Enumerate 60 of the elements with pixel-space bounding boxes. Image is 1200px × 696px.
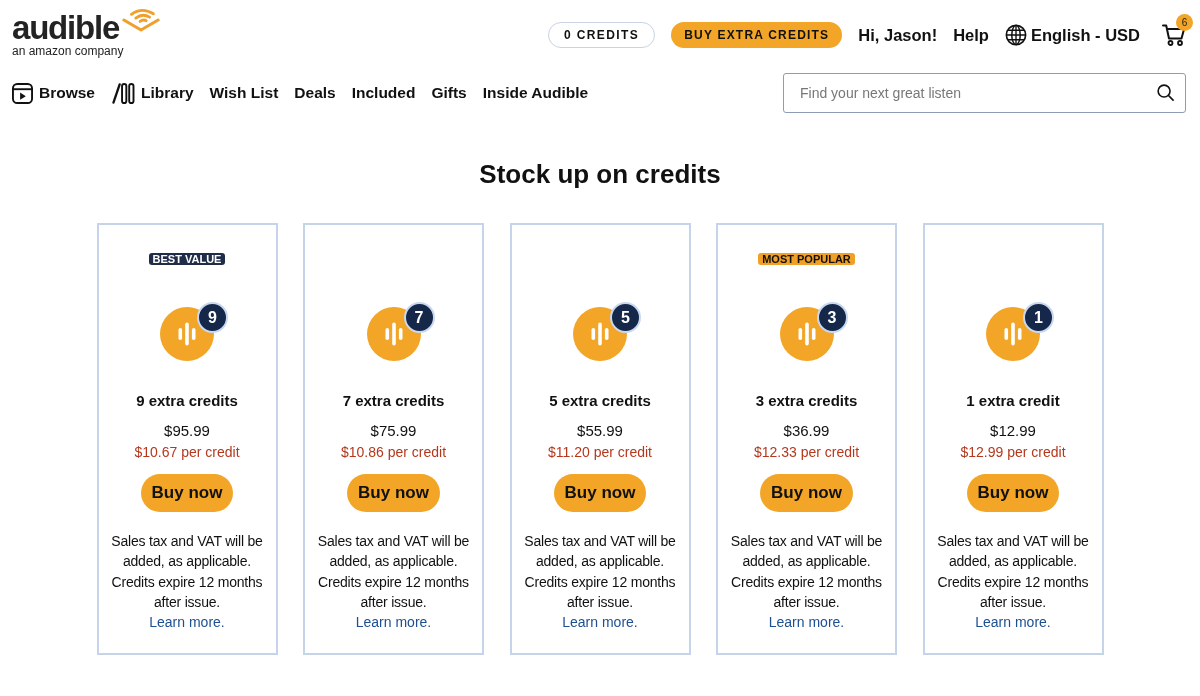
credit-count-badge: 1 [1023, 302, 1054, 333]
credit-count-badge: 9 [197, 302, 228, 333]
offer-note: Sales tax and VAT will be added, as applicable. Credits expire 12 months after issue. [523, 532, 677, 612]
offer-price: $95.99 [164, 421, 210, 441]
nav-link[interactable]: Library [111, 81, 194, 105]
video-box-icon [12, 82, 33, 104]
nav-link[interactable]: Deals [294, 81, 336, 105]
search-field[interactable]: Find your next great listen [783, 73, 1186, 113]
nav-link[interactable]: Wish List [209, 81, 279, 105]
buy-now-button[interactable]: Buy now [347, 474, 440, 512]
offer-tag: BEST VALUE [148, 253, 226, 265]
buy-now-button[interactable]: Buy now [966, 474, 1060, 512]
credit-count-badge: 5 [610, 302, 641, 333]
learn-more-link[interactable]: Learn more. [768, 612, 845, 633]
offer-name: 3 extra credits [755, 391, 858, 411]
learn-more-link[interactable]: Learn more. [975, 612, 1051, 633]
cart-icon[interactable] [1162, 24, 1186, 46]
logo-icon [122, 8, 161, 32]
learn-more-link[interactable]: Learn more. [149, 612, 225, 633]
globe-icon [1004, 24, 1027, 46]
buy-now-button[interactable]: Buy now [553, 474, 647, 512]
nav-link[interactable]: Gifts [431, 81, 467, 105]
offer-price: $55.99 [577, 421, 623, 441]
cart-count-badge: 6 [1176, 14, 1193, 31]
offer-note: Sales tax and VAT will be added, as applicable. Credits expire 12 months after issue. [316, 532, 471, 612]
offer-note: Sales tax and VAT will be added, as applicable. Credits expire 12 months after issue. [110, 532, 264, 612]
learn-more-link[interactable]: Learn more. [355, 612, 432, 633]
buy-credits-button[interactable]: BUY EXTRA CREDITS [671, 22, 843, 48]
offer-tag: MOST POPULAR [758, 253, 855, 265]
price-per-credit: $12.99 per credit [960, 443, 1066, 462]
nav-link[interactable]: Inside Audible [482, 81, 589, 105]
nav-link[interactable]: Browse [12, 81, 95, 105]
credit-count-badge: 7 [403, 302, 435, 333]
help-link[interactable]: Help [953, 22, 989, 48]
search-icon[interactable] [1157, 84, 1174, 101]
offer-price: $36.99 [783, 421, 830, 441]
buy-now-button[interactable]: Buy now [140, 474, 234, 512]
price-per-credit: $10.67 per credit [134, 443, 240, 462]
offer-note: Sales tax and VAT will be added, as applicable. Credits expire 12 months after issue. [729, 532, 884, 612]
logo-wordmark: audible [12, 12, 121, 43]
offer-name: 1 extra credit [966, 391, 1060, 411]
logo-tagline: an amazon company [12, 44, 124, 58]
learn-more-link[interactable]: Learn more. [562, 612, 638, 633]
offer-note: Sales tax and VAT will be added, as applicable. Credits expire 12 months after issue. [936, 532, 1090, 612]
offer-price: $75.99 [370, 421, 417, 441]
offer-name: 5 extra credits [549, 391, 651, 411]
language-link[interactable]: English - USD [1030, 22, 1140, 48]
offer-price: $12.99 [990, 421, 1036, 441]
price-per-credit: $10.86 per credit [340, 443, 447, 462]
credits-button[interactable]: 0 CREDITS [547, 22, 656, 48]
greeting-link[interactable]: Hi, Jason! [858, 22, 938, 48]
price-per-credit: $11.20 per credit [548, 443, 652, 462]
credit-count-badge: 3 [816, 302, 848, 333]
page-title: Stock up on credits [478, 158, 722, 190]
books-icon [111, 82, 135, 104]
nav-link[interactable]: Included [351, 81, 416, 105]
offer-name: 7 extra credits [342, 391, 445, 411]
offer-name: 9 extra credits [136, 391, 238, 411]
buy-now-button[interactable]: Buy now [760, 474, 853, 512]
price-per-credit: $12.33 per credit [753, 443, 860, 462]
